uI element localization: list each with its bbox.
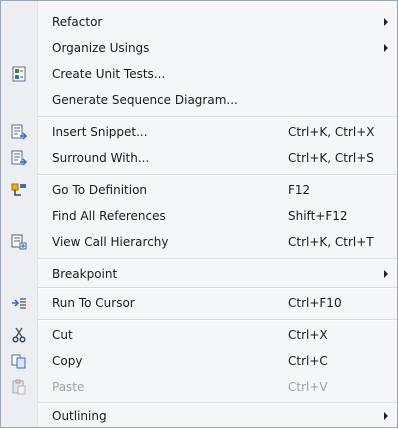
menu-item-shortcut: F12: [288, 183, 311, 197]
context-menu: Refactor Organize Usings Create Unit Tes…: [0, 0, 398, 428]
menu-item-shortcut: Ctrl+K, Ctrl+X: [288, 125, 375, 139]
menu-item-insert-snippet[interactable]: Insert Snippet... Ctrl+K, Ctrl+X: [1, 119, 397, 145]
go-to-definition-icon: [11, 183, 26, 196]
menu-item-run-to-cursor[interactable]: Run To Cursor Ctrl+F10: [1, 290, 397, 316]
menu-item-create-unit-tests[interactable]: Create Unit Tests...: [1, 61, 397, 87]
menu-item-generate-sequence-diagram[interactable]: Generate Sequence Diagram...: [1, 87, 397, 113]
menu-item-label: Insert Snippet...: [52, 125, 148, 139]
submenu-arrow-icon: [384, 412, 388, 420]
call-hierarchy-icon: [11, 234, 27, 250]
submenu-arrow-icon: [384, 18, 388, 26]
menu-item-organize-usings[interactable]: Organize Usings: [1, 35, 397, 61]
menu-separator: [38, 116, 397, 118]
menu-item-find-all-references[interactable]: Find All References Shift+F12: [1, 203, 397, 229]
menu-item-label: Run To Cursor: [52, 296, 135, 310]
run-to-cursor-icon: [12, 298, 26, 309]
menu-item-copy[interactable]: Copy Ctrl+C: [1, 348, 397, 374]
menu-item-label: Paste: [52, 380, 85, 394]
menu-item-label: Outlining: [52, 409, 107, 423]
menu-item-label: Copy: [52, 354, 83, 368]
menu-item-label: Go To Definition: [52, 183, 148, 197]
menu-item-label: Create Unit Tests...: [52, 67, 166, 81]
menu-item-shortcut: Ctrl+F10: [288, 296, 342, 310]
menu-item-label: Breakpoint: [52, 267, 118, 281]
menu-item-paste: Paste Ctrl+V: [1, 374, 397, 400]
menu-separator: [38, 258, 397, 260]
menu-item-breakpoint[interactable]: Breakpoint: [1, 261, 397, 287]
copy-icon: [11, 354, 26, 369]
menu-item-shortcut: Ctrl+K, Ctrl+T: [288, 235, 374, 249]
menu-item-label: Generate Sequence Diagram...: [52, 93, 238, 107]
submenu-arrow-icon: [384, 270, 388, 278]
scissors-icon: [12, 327, 26, 343]
menu-item-label: Surround With...: [52, 151, 150, 165]
menu-item-shortcut: Ctrl+V: [288, 380, 328, 394]
submenu-arrow-icon: [384, 44, 388, 52]
menu-item-label: View Call Hierarchy: [52, 235, 169, 249]
menu-item-shortcut: Ctrl+K, Ctrl+S: [288, 151, 374, 165]
menu-item-go-to-definition[interactable]: Go To Definition F12: [1, 177, 397, 203]
menu-item-label: Refactor: [52, 15, 103, 29]
menu-item-label: Find All References: [52, 209, 166, 223]
menu-item-outlining[interactable]: Outlining: [1, 403, 397, 429]
unit-test-icon: [12, 66, 26, 82]
menu-item-label: Cut: [52, 328, 73, 342]
menu-item-cut[interactable]: Cut Ctrl+X: [1, 322, 397, 348]
menu-item-label: Organize Usings: [52, 41, 150, 55]
menu-separator: [38, 174, 397, 176]
menu-item-view-call-hierarchy[interactable]: View Call Hierarchy Ctrl+K, Ctrl+T: [1, 229, 397, 255]
menu-item-surround-with[interactable]: Surround With... Ctrl+K, Ctrl+S: [1, 145, 397, 171]
menu-item-shortcut: Shift+F12: [288, 209, 348, 223]
menu-item-refactor[interactable]: Refactor: [1, 9, 397, 35]
surround-icon: [11, 150, 27, 166]
menu-separator: [38, 319, 397, 321]
paste-icon: [12, 379, 26, 395]
menu-item-shortcut: Ctrl+X: [288, 328, 328, 342]
snippet-icon: [11, 124, 27, 140]
menu-item-shortcut: Ctrl+C: [288, 354, 328, 368]
menu-separator: [38, 287, 397, 289]
